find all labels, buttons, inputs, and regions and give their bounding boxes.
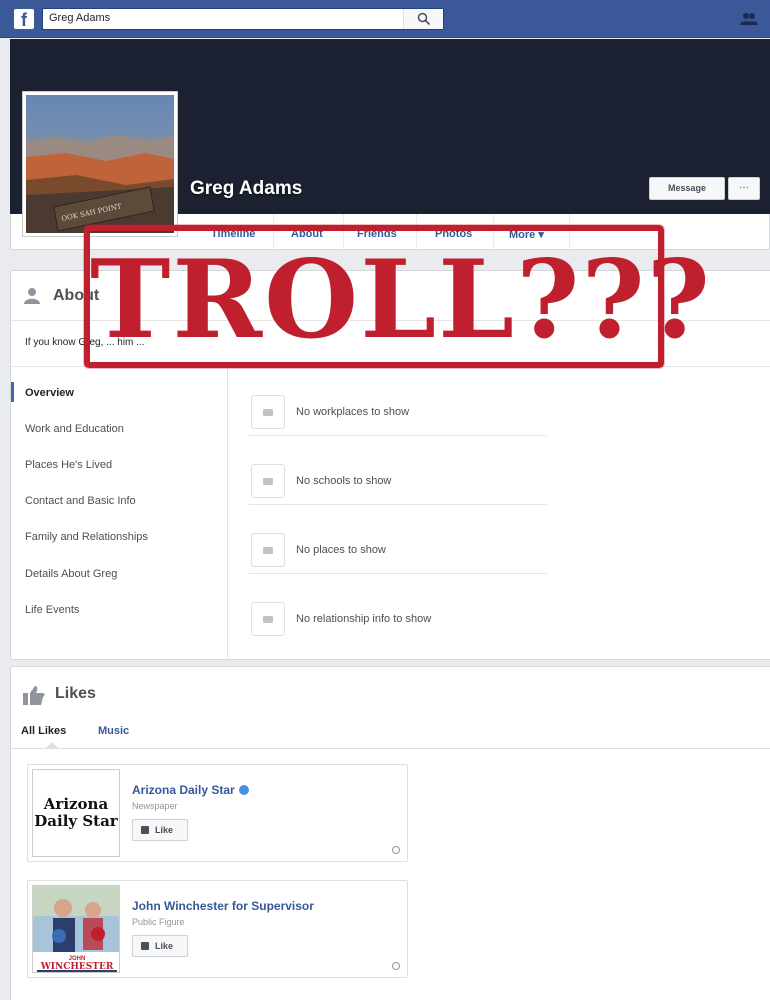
search-input[interactable]: Greg Adams	[49, 12, 110, 24]
tab-music[interactable]: Music	[98, 725, 129, 737]
search-icon	[417, 12, 431, 26]
briefcase-icon	[251, 395, 285, 429]
message-button[interactable]: Message	[649, 177, 725, 200]
thumbs-up-icon	[23, 686, 45, 705]
sidebar-item-contact[interactable]: Contact and Basic Info	[25, 495, 136, 507]
sidebar-item-details[interactable]: Details About Greg	[25, 568, 117, 580]
profile-name[interactable]: Greg Adams	[190, 178, 302, 200]
page-name-link[interactable]: Arizona Daily Star	[132, 783, 249, 797]
search-box[interactable]: Greg Adams	[42, 8, 444, 30]
overview-row: No schools to show	[249, 436, 547, 505]
friend-requests-icon[interactable]	[740, 12, 758, 26]
overview-text: No relationship info to show	[296, 613, 432, 625]
more-options-button[interactable]: ···	[728, 177, 760, 200]
person-icon	[24, 288, 40, 304]
overview-text: No schools to show	[296, 475, 392, 487]
like-item: JOHN WINCHESTER John Winchester for Supe…	[27, 880, 408, 978]
sidebar-item-family[interactable]: Family and Relationships	[25, 531, 148, 543]
verified-badge-icon	[238, 785, 249, 795]
john-winchester-photo[interactable]: JOHN WINCHESTER	[32, 885, 120, 973]
overview-row: No relationship info to show	[249, 574, 547, 643]
overview-text: No places to show	[296, 544, 386, 556]
active-tab-caret	[45, 742, 59, 749]
active-indicator	[11, 382, 14, 402]
overview-text: No workplaces to show	[296, 406, 410, 418]
like-item: Arizona Daily Star Arizona Daily Star Ne…	[27, 764, 408, 862]
graduation-cap-icon	[251, 464, 285, 498]
overview-row: No workplaces to show	[249, 367, 547, 436]
search-button[interactable]	[403, 9, 443, 29]
sidebar-item-places[interactable]: Places He's Lived	[25, 459, 112, 471]
globe-icon	[392, 962, 400, 970]
sidebar-item-work-education[interactable]: Work and Education	[25, 423, 124, 435]
globe-icon	[392, 846, 400, 854]
stamp-text: TROLL???	[90, 237, 712, 363]
sidebar-item-overview[interactable]: Overview	[25, 387, 74, 399]
page-name-link[interactable]: John Winchester for Supervisor	[132, 899, 314, 913]
page-category: Public Figure	[132, 917, 185, 927]
troll-stamp-overlay: TROLL???	[84, 225, 712, 368]
overview-row: No places to show	[249, 505, 547, 574]
like-button[interactable]: Like	[132, 935, 188, 957]
facebook-logo[interactable]: f	[14, 9, 34, 30]
likes-title: Likes	[55, 685, 96, 702]
likes-card: Likes All Likes Music Arizona Daily Star…	[10, 666, 770, 1000]
heart-icon	[251, 602, 285, 636]
likes-tabs: All Likes Music	[11, 711, 770, 749]
profile-picture[interactable]: OOK SAH POINT	[22, 91, 178, 237]
arizona-daily-star-logo[interactable]: Arizona Daily Star	[32, 769, 120, 857]
tab-all-likes[interactable]: All Likes	[21, 725, 66, 737]
like-button[interactable]: Like	[132, 819, 188, 841]
top-navigation-bar: f Greg Adams	[0, 0, 770, 38]
page-category: Newspaper	[132, 801, 178, 811]
sidebar-item-life-events[interactable]: Life Events	[25, 604, 79, 616]
location-pin-icon	[251, 533, 285, 567]
column-divider	[227, 367, 228, 661]
